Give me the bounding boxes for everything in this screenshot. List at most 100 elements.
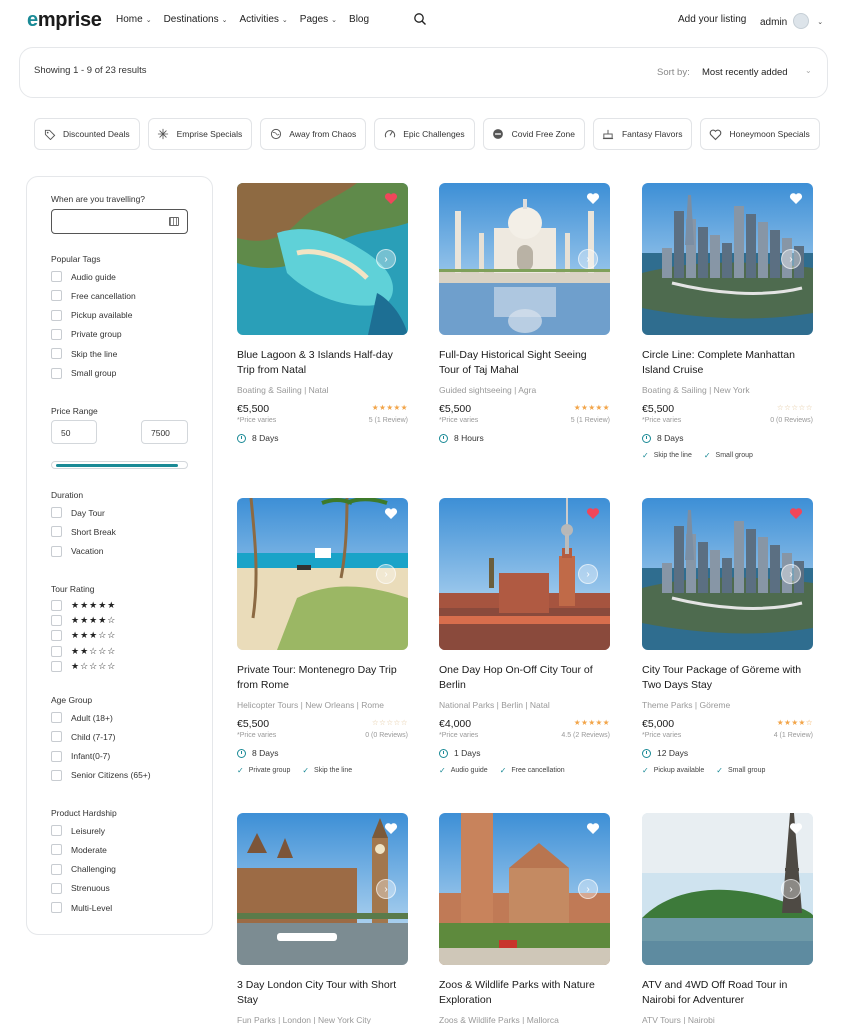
checkbox[interactable] — [51, 645, 62, 657]
checkbox[interactable] — [51, 825, 62, 836]
heart-icon[interactable] — [586, 192, 600, 205]
hardship-option[interactable]: Leisurely — [51, 825, 105, 836]
tour-card[interactable]: › Full-Day Historical Sight Seeing Tour o… — [439, 183, 610, 443]
nav-blog[interactable]: Blog — [349, 14, 369, 25]
nav-destinations[interactable]: Destinations ⌄ — [164, 14, 228, 25]
price-max-input[interactable]: 7500 — [141, 420, 188, 444]
chevron-right-icon[interactable]: › — [376, 564, 396, 584]
checkbox[interactable] — [51, 526, 62, 538]
category-emprise-specials[interactable]: Emprise Specials — [147, 118, 253, 150]
category-away-from-chaos[interactable]: Away from Chaos — [260, 118, 367, 150]
tour-title[interactable]: 3 Day London City Tour with Short Stay — [237, 978, 407, 1008]
tag-option[interactable]: Private group — [51, 328, 122, 340]
checkbox[interactable] — [51, 731, 62, 743]
category-honeymoon-specials[interactable]: Honeymoon Specials — [700, 118, 820, 150]
checkbox[interactable] — [51, 545, 62, 557]
checkbox[interactable] — [51, 290, 62, 302]
nav-home[interactable]: Home ⌄ — [116, 14, 152, 25]
tour-title[interactable]: ATV and 4WD Off Road Tour in Nairobi for… — [642, 978, 812, 1008]
hardship-option[interactable]: Strenuous — [51, 882, 110, 894]
checkbox[interactable] — [51, 902, 62, 914]
tour-card[interactable]: › Private Tour: Montenegro Day Trip from … — [237, 498, 408, 775]
tour-title[interactable]: Blue Lagoon & 3 Islands Half-day Trip fr… — [237, 348, 407, 378]
nav-activities[interactable]: Activities ⌄ — [239, 14, 287, 25]
category-discounted-deals[interactable]: Discounted Deals — [34, 118, 140, 150]
heart-icon[interactable] — [789, 507, 803, 520]
chevron-right-icon[interactable]: › — [578, 249, 598, 269]
chevron-right-icon[interactable]: › — [578, 564, 598, 584]
checkbox[interactable] — [51, 630, 62, 642]
tour-image[interactable]: › — [237, 498, 408, 650]
rating-option[interactable]: ★★★★★ — [51, 600, 116, 611]
heart-icon[interactable] — [384, 507, 398, 520]
checkbox[interactable] — [51, 615, 62, 627]
tour-card[interactable]: › City Tour Package of Göreme with Two Da… — [642, 498, 813, 775]
chevron-right-icon[interactable]: › — [781, 879, 801, 899]
tour-card[interactable]: › Blue Lagoon & 3 Islands Half-day Trip f… — [237, 183, 408, 443]
chevron-down-icon[interactable]: ⌄ — [805, 66, 812, 75]
age-option[interactable]: Senior Citizens (65+) — [51, 769, 151, 781]
tag-option[interactable]: Free cancellation — [51, 290, 136, 302]
user-menu[interactable]: admin ⌄ — [760, 13, 823, 30]
checkbox[interactable] — [51, 328, 62, 340]
tour-title[interactable]: Private Tour: Montenegro Day Trip from R… — [237, 663, 407, 693]
category-epic-challenges[interactable]: Epic Challenges — [374, 118, 475, 150]
tour-card[interactable]: › Circle Line: Complete Manhattan Island … — [642, 183, 813, 460]
checkbox[interactable] — [51, 769, 62, 781]
tour-image[interactable]: › — [237, 813, 408, 965]
chevron-right-icon[interactable]: › — [376, 249, 396, 269]
duration-option[interactable]: Day Tour — [51, 507, 105, 518]
heart-icon[interactable] — [586, 822, 600, 835]
tour-image[interactable]: › — [642, 498, 813, 650]
tour-card[interactable]: › 3 Day London City Tour with Short Stay F… — [237, 813, 408, 1024]
age-option[interactable]: Infant(0-7) — [51, 750, 110, 762]
tour-image[interactable]: › — [439, 498, 610, 650]
rating-option[interactable]: ★★★☆☆ — [51, 630, 116, 642]
category-fantasy-flavors[interactable]: Fantasy Flavors — [592, 118, 693, 150]
hardship-option[interactable]: Challenging — [51, 863, 116, 875]
search-icon[interactable] — [413, 12, 427, 26]
hardship-option[interactable]: Moderate — [51, 844, 107, 856]
category-covid-free-zone[interactable]: Covid Free Zone — [482, 118, 585, 150]
nav-pages[interactable]: Pages ⌄ — [300, 14, 337, 25]
tour-title[interactable]: Circle Line: Complete Manhattan Island C… — [642, 348, 812, 378]
tour-image[interactable]: › — [439, 183, 610, 335]
duration-option[interactable]: Vacation — [51, 545, 103, 557]
checkbox[interactable] — [51, 507, 62, 518]
heart-icon[interactable] — [384, 822, 398, 835]
checkbox[interactable] — [51, 750, 62, 762]
calendar-icon[interactable] — [169, 217, 179, 226]
chevron-right-icon[interactable]: › — [578, 879, 598, 899]
tour-title[interactable]: Full-Day Historical Sight Seeing Tour of… — [439, 348, 609, 378]
heart-icon[interactable] — [586, 507, 600, 520]
heart-icon[interactable] — [789, 192, 803, 205]
tour-image[interactable]: › — [439, 813, 610, 965]
price-slider[interactable] — [51, 461, 188, 469]
checkbox[interactable] — [51, 863, 62, 875]
tour-title[interactable]: One Day Hop On-Off City Tour of Berlin — [439, 663, 609, 693]
rating-option[interactable]: ★★☆☆☆ — [51, 645, 116, 657]
chevron-right-icon[interactable]: › — [781, 249, 801, 269]
checkbox[interactable] — [51, 367, 62, 379]
checkbox[interactable] — [51, 271, 62, 282]
tour-title[interactable]: Zoos & Wildlife Parks with Nature Explor… — [439, 978, 609, 1008]
age-option[interactable]: Adult (18+) — [51, 712, 113, 723]
hardship-option[interactable]: Multi-Level — [51, 902, 112, 914]
tour-card[interactable]: › One Day Hop On-Off City Tour of Berlin N… — [439, 498, 610, 775]
rating-option[interactable]: ★★★★☆ — [51, 615, 116, 627]
travel-date-input[interactable] — [51, 209, 188, 234]
chevron-right-icon[interactable]: › — [376, 879, 396, 899]
heart-icon[interactable] — [789, 822, 803, 835]
tour-image[interactable]: › — [237, 183, 408, 335]
rating-option[interactable]: ★☆☆☆☆ — [51, 660, 116, 672]
tour-card[interactable]: › ATV and 4WD Off Road Tour in Nairobi fo… — [642, 813, 813, 1024]
tour-title[interactable]: City Tour Package of Göreme with Two Day… — [642, 663, 812, 693]
tour-image[interactable]: › — [642, 813, 813, 965]
logo[interactable]: emprise — [27, 9, 102, 32]
heart-icon[interactable] — [384, 192, 398, 205]
checkbox[interactable] — [51, 600, 62, 611]
tag-option[interactable]: Small group — [51, 367, 116, 379]
tag-option[interactable]: Skip the line — [51, 348, 117, 360]
price-min-input[interactable]: 50 — [51, 420, 97, 444]
checkbox[interactable] — [51, 309, 62, 321]
